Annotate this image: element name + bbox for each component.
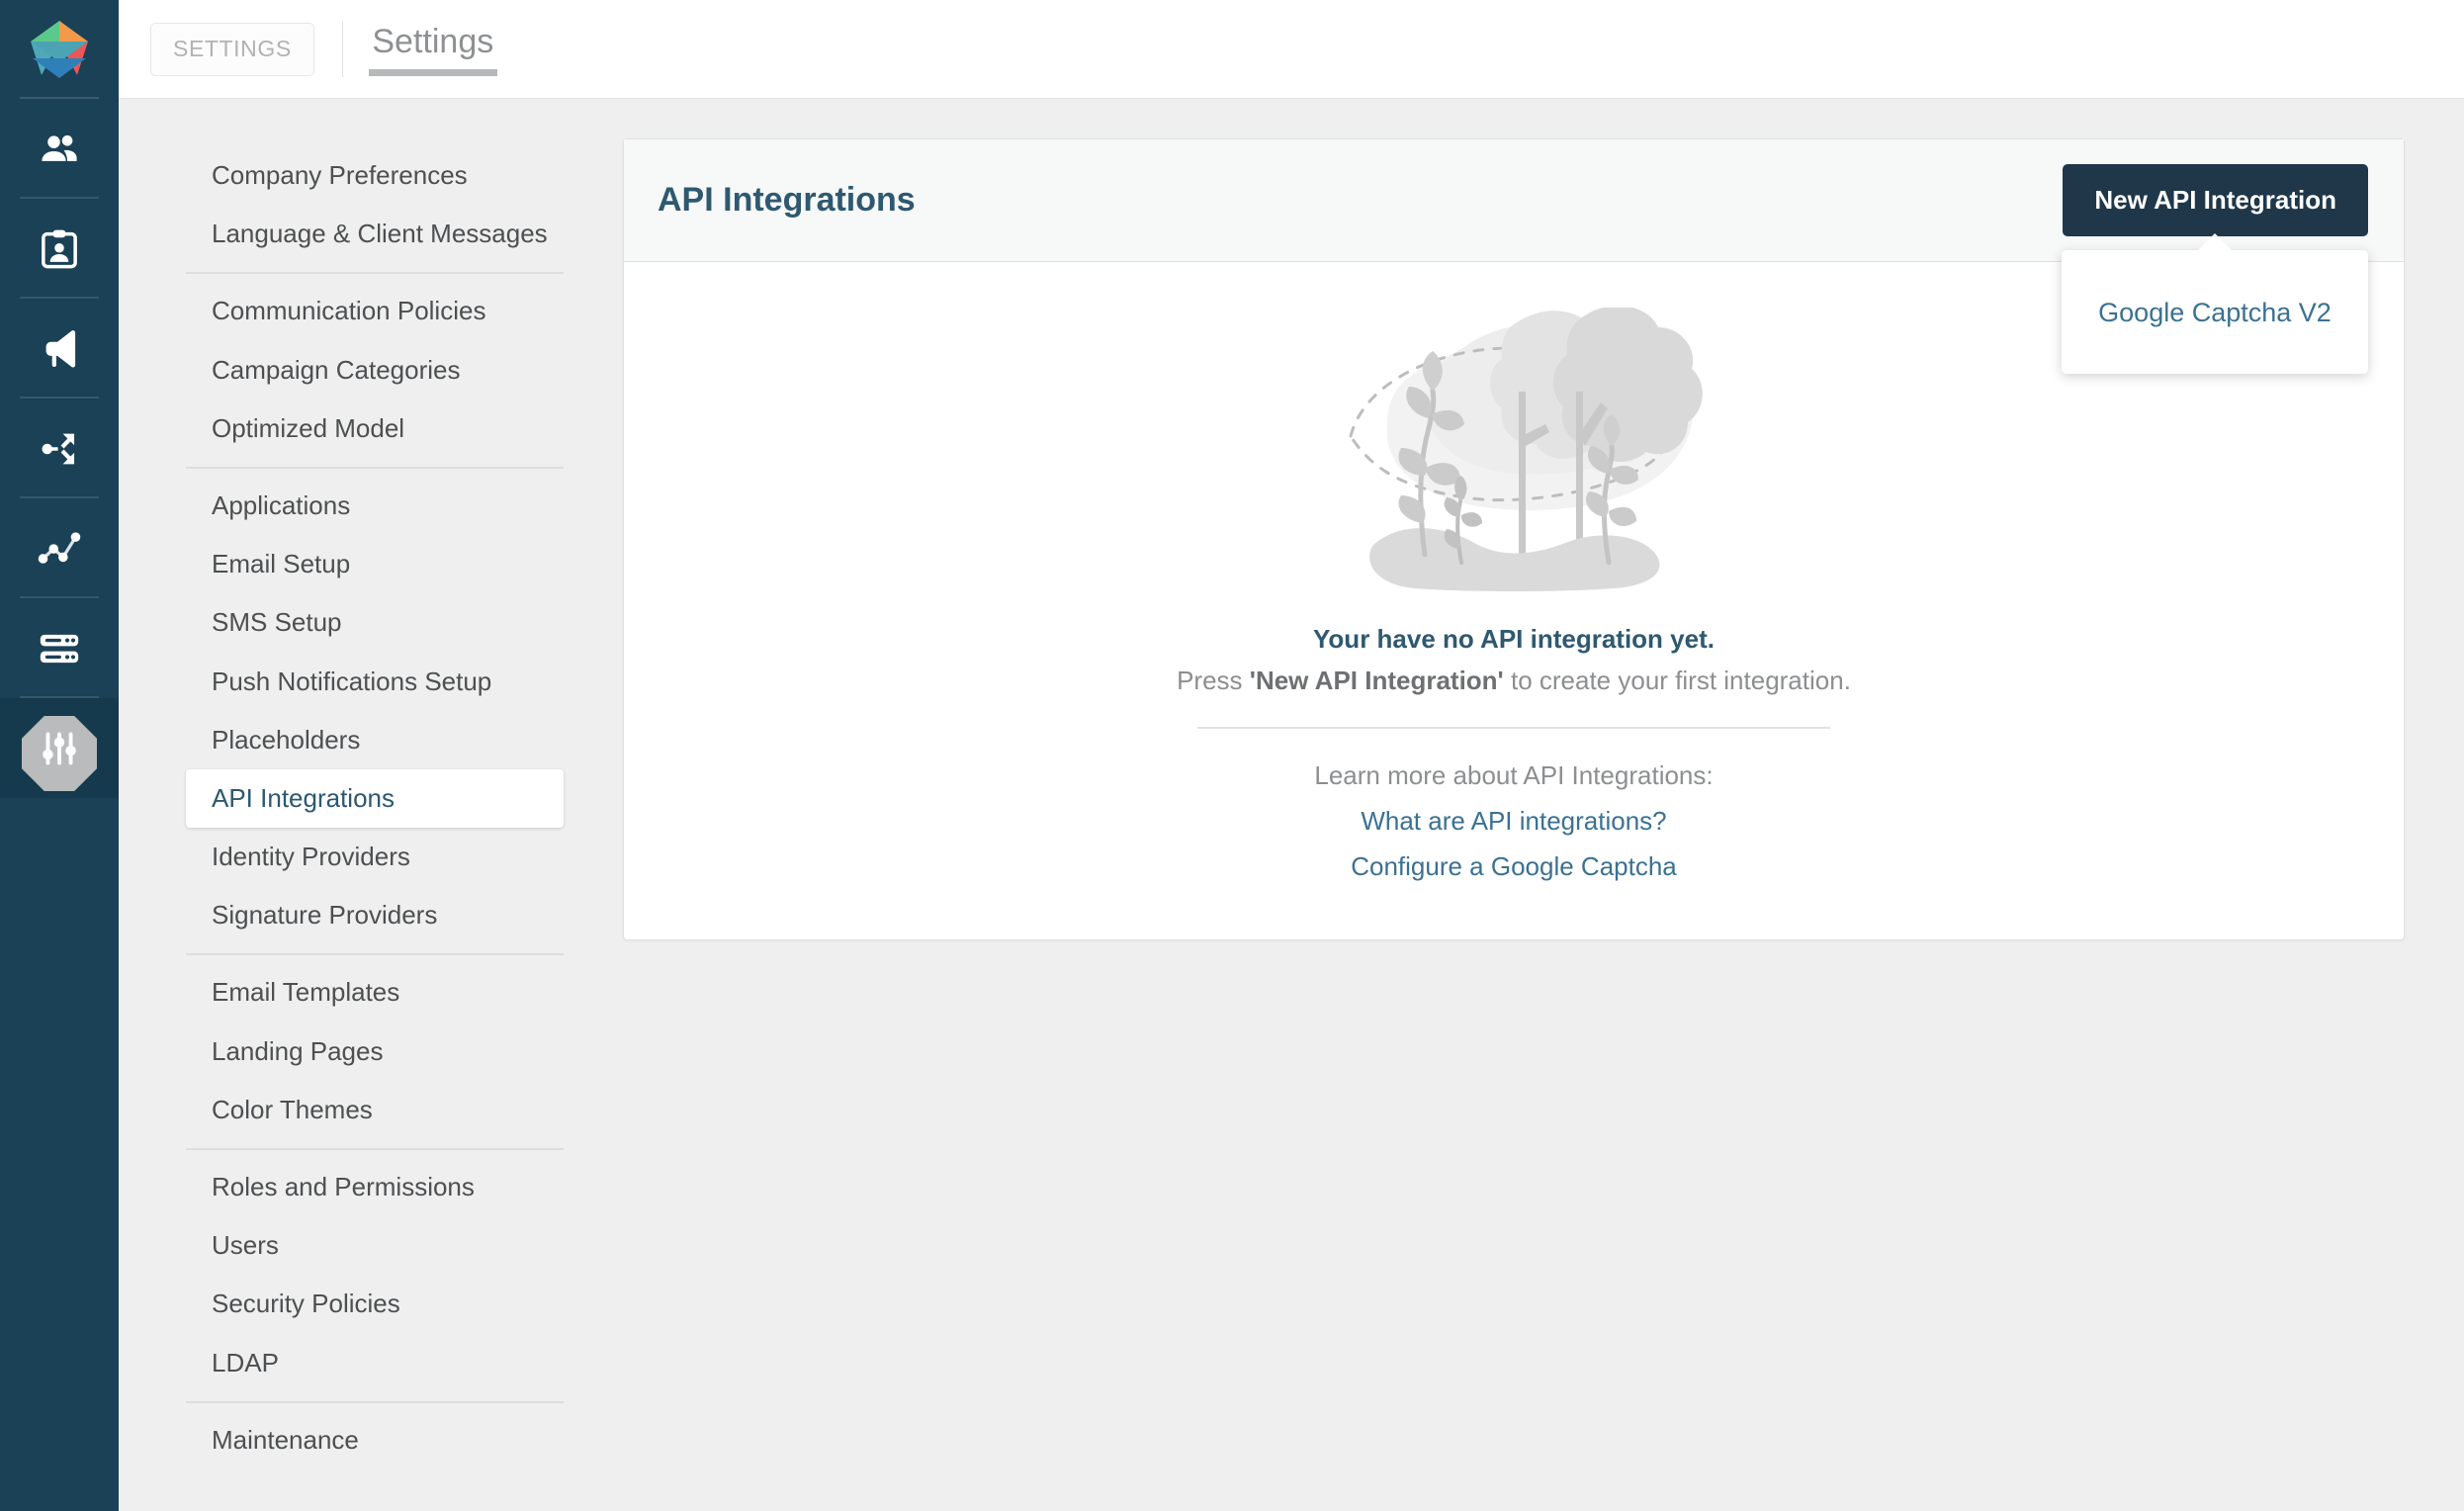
sidebar-item-signature-providers[interactable]: Signature Providers [186, 886, 564, 944]
nav-group: Applications Email Setup SMS Setup Push Not… [186, 466, 564, 954]
sidebar-item-placeholders[interactable]: Placeholders [186, 711, 564, 769]
nav-group: Company Preferences Language & Client Mes… [186, 138, 564, 272]
sidebar-item-security-policies[interactable]: Security Policies [186, 1275, 564, 1333]
link-what-are-api-integrations[interactable]: What are API integrations? [1361, 806, 1666, 837]
line-chart-icon [38, 531, 81, 564]
new-integration-dropdown: Google Captcha V2 [2062, 233, 2368, 374]
settings-module-badge[interactable]: SETTINGS [150, 22, 314, 76]
empty-state-divider [1197, 727, 1830, 729]
tab-active-underline [368, 68, 497, 76]
sidebar-item-ldap[interactable]: LDAP [186, 1334, 564, 1392]
nav-group: Communication Policies Campaign Categorie… [186, 272, 564, 467]
nav-group: Roles and Permissions Users Security Polic… [186, 1148, 564, 1401]
sidebar-item-identity-providers[interactable]: Identity Providers [186, 828, 564, 886]
sidebar-item-campaign-categories[interactable]: Campaign Categories [186, 341, 564, 400]
sidebar-item-clients[interactable] [0, 199, 119, 299]
content-area: Company Preferences Language & Client Mes… [119, 99, 2464, 1511]
gem-pentagon-logo-icon [31, 21, 88, 78]
tab-settings-label: Settings [372, 22, 494, 60]
clipboard-user-icon [42, 229, 77, 268]
sidebar-item-sms-setup[interactable]: SMS Setup [186, 593, 564, 652]
sidebar-item-applications[interactable]: Applications [186, 477, 564, 535]
trees-and-plants-illustration [1349, 308, 1703, 591]
sidebar-item-workflows[interactable] [0, 399, 119, 498]
sidebar-item-users[interactable]: Users [186, 1216, 564, 1275]
sidebar-item-company-preferences[interactable]: Company Preferences [186, 146, 564, 205]
new-api-integration-button[interactable]: New API Integration [2063, 164, 2368, 236]
page-title: API Integrations [658, 181, 916, 219]
users-icon [42, 134, 77, 161]
server-icon [40, 634, 79, 663]
empty-subtitle-suffix: to create your first integration. [1503, 666, 1851, 695]
sidebar-item-campaigns[interactable] [0, 299, 119, 399]
sidebar-item-maintenance[interactable]: Maintenance [186, 1411, 564, 1469]
sidebar-item-email-templates[interactable]: Email Templates [186, 963, 564, 1022]
sidebar-item-landing-pages[interactable]: Landing Pages [186, 1022, 564, 1081]
app-root: SETTINGS Settings Company Preferences Lan… [0, 0, 2464, 1511]
empty-subtitle-bold: 'New API Integration' [1249, 666, 1504, 695]
top-bar: SETTINGS Settings [119, 0, 2464, 99]
sidebar-item-push-notifications-setup[interactable]: Push Notifications Setup [186, 653, 564, 711]
sidebar-item-optimized-model[interactable]: Optimized Model [186, 400, 564, 458]
topbar-divider [341, 21, 343, 77]
app-logo[interactable] [0, 0, 119, 99]
learn-more-label: Learn more about API Integrations: [1314, 760, 1714, 790]
panel-header: API Integrations New API Integration Goo… [624, 139, 2404, 374]
tab-settings[interactable]: Settings [368, 22, 497, 76]
main-column: SETTINGS Settings Company Preferences Lan… [119, 0, 2464, 1511]
nav-group: Email Templates Landing Pages Color Themes [186, 953, 564, 1148]
dropdown-item-google-captcha-v2[interactable]: Google Captcha V2 [2062, 294, 2368, 332]
sidebar-item-color-themes[interactable]: Color Themes [186, 1081, 564, 1139]
empty-state-subtitle: Press 'New API Integration' to create yo… [1177, 666, 1851, 696]
empty-subtitle-prefix: Press [1177, 666, 1250, 695]
sidebar-item-language-client-messages[interactable]: Language & Client Messages [186, 205, 564, 263]
sidebar-item-contacts[interactable] [0, 99, 119, 199]
empty-state-title: Your have no API integration yet. [1313, 624, 1715, 654]
sidebar-item-settings[interactable] [0, 698, 119, 798]
share-nodes-icon [42, 433, 75, 464]
nav-group: Maintenance [186, 1400, 564, 1478]
sidebar-item-roles-and-permissions[interactable]: Roles and Permissions [186, 1158, 564, 1216]
primary-icon-rail [0, 0, 119, 1511]
megaphone-icon [45, 329, 76, 368]
sidebar-item-email-setup[interactable]: Email Setup [186, 535, 564, 593]
settings-nav: Company Preferences Language & Client Mes… [119, 99, 623, 1511]
sliders-icon [43, 732, 76, 764]
sidebar-item-analytics[interactable] [0, 498, 119, 598]
sidebar-item-communication-policies[interactable]: Communication Policies [186, 282, 564, 340]
api-integrations-panel: API Integrations New API Integration Goo… [623, 138, 2405, 940]
panel-wrapper: API Integrations New API Integration Goo… [623, 99, 2464, 1511]
sidebar-item-api-integrations[interactable]: API Integrations [186, 768, 564, 829]
sidebar-item-data[interactable] [0, 598, 119, 698]
link-configure-google-captcha[interactable]: Configure a Google Captcha [1351, 851, 1677, 882]
